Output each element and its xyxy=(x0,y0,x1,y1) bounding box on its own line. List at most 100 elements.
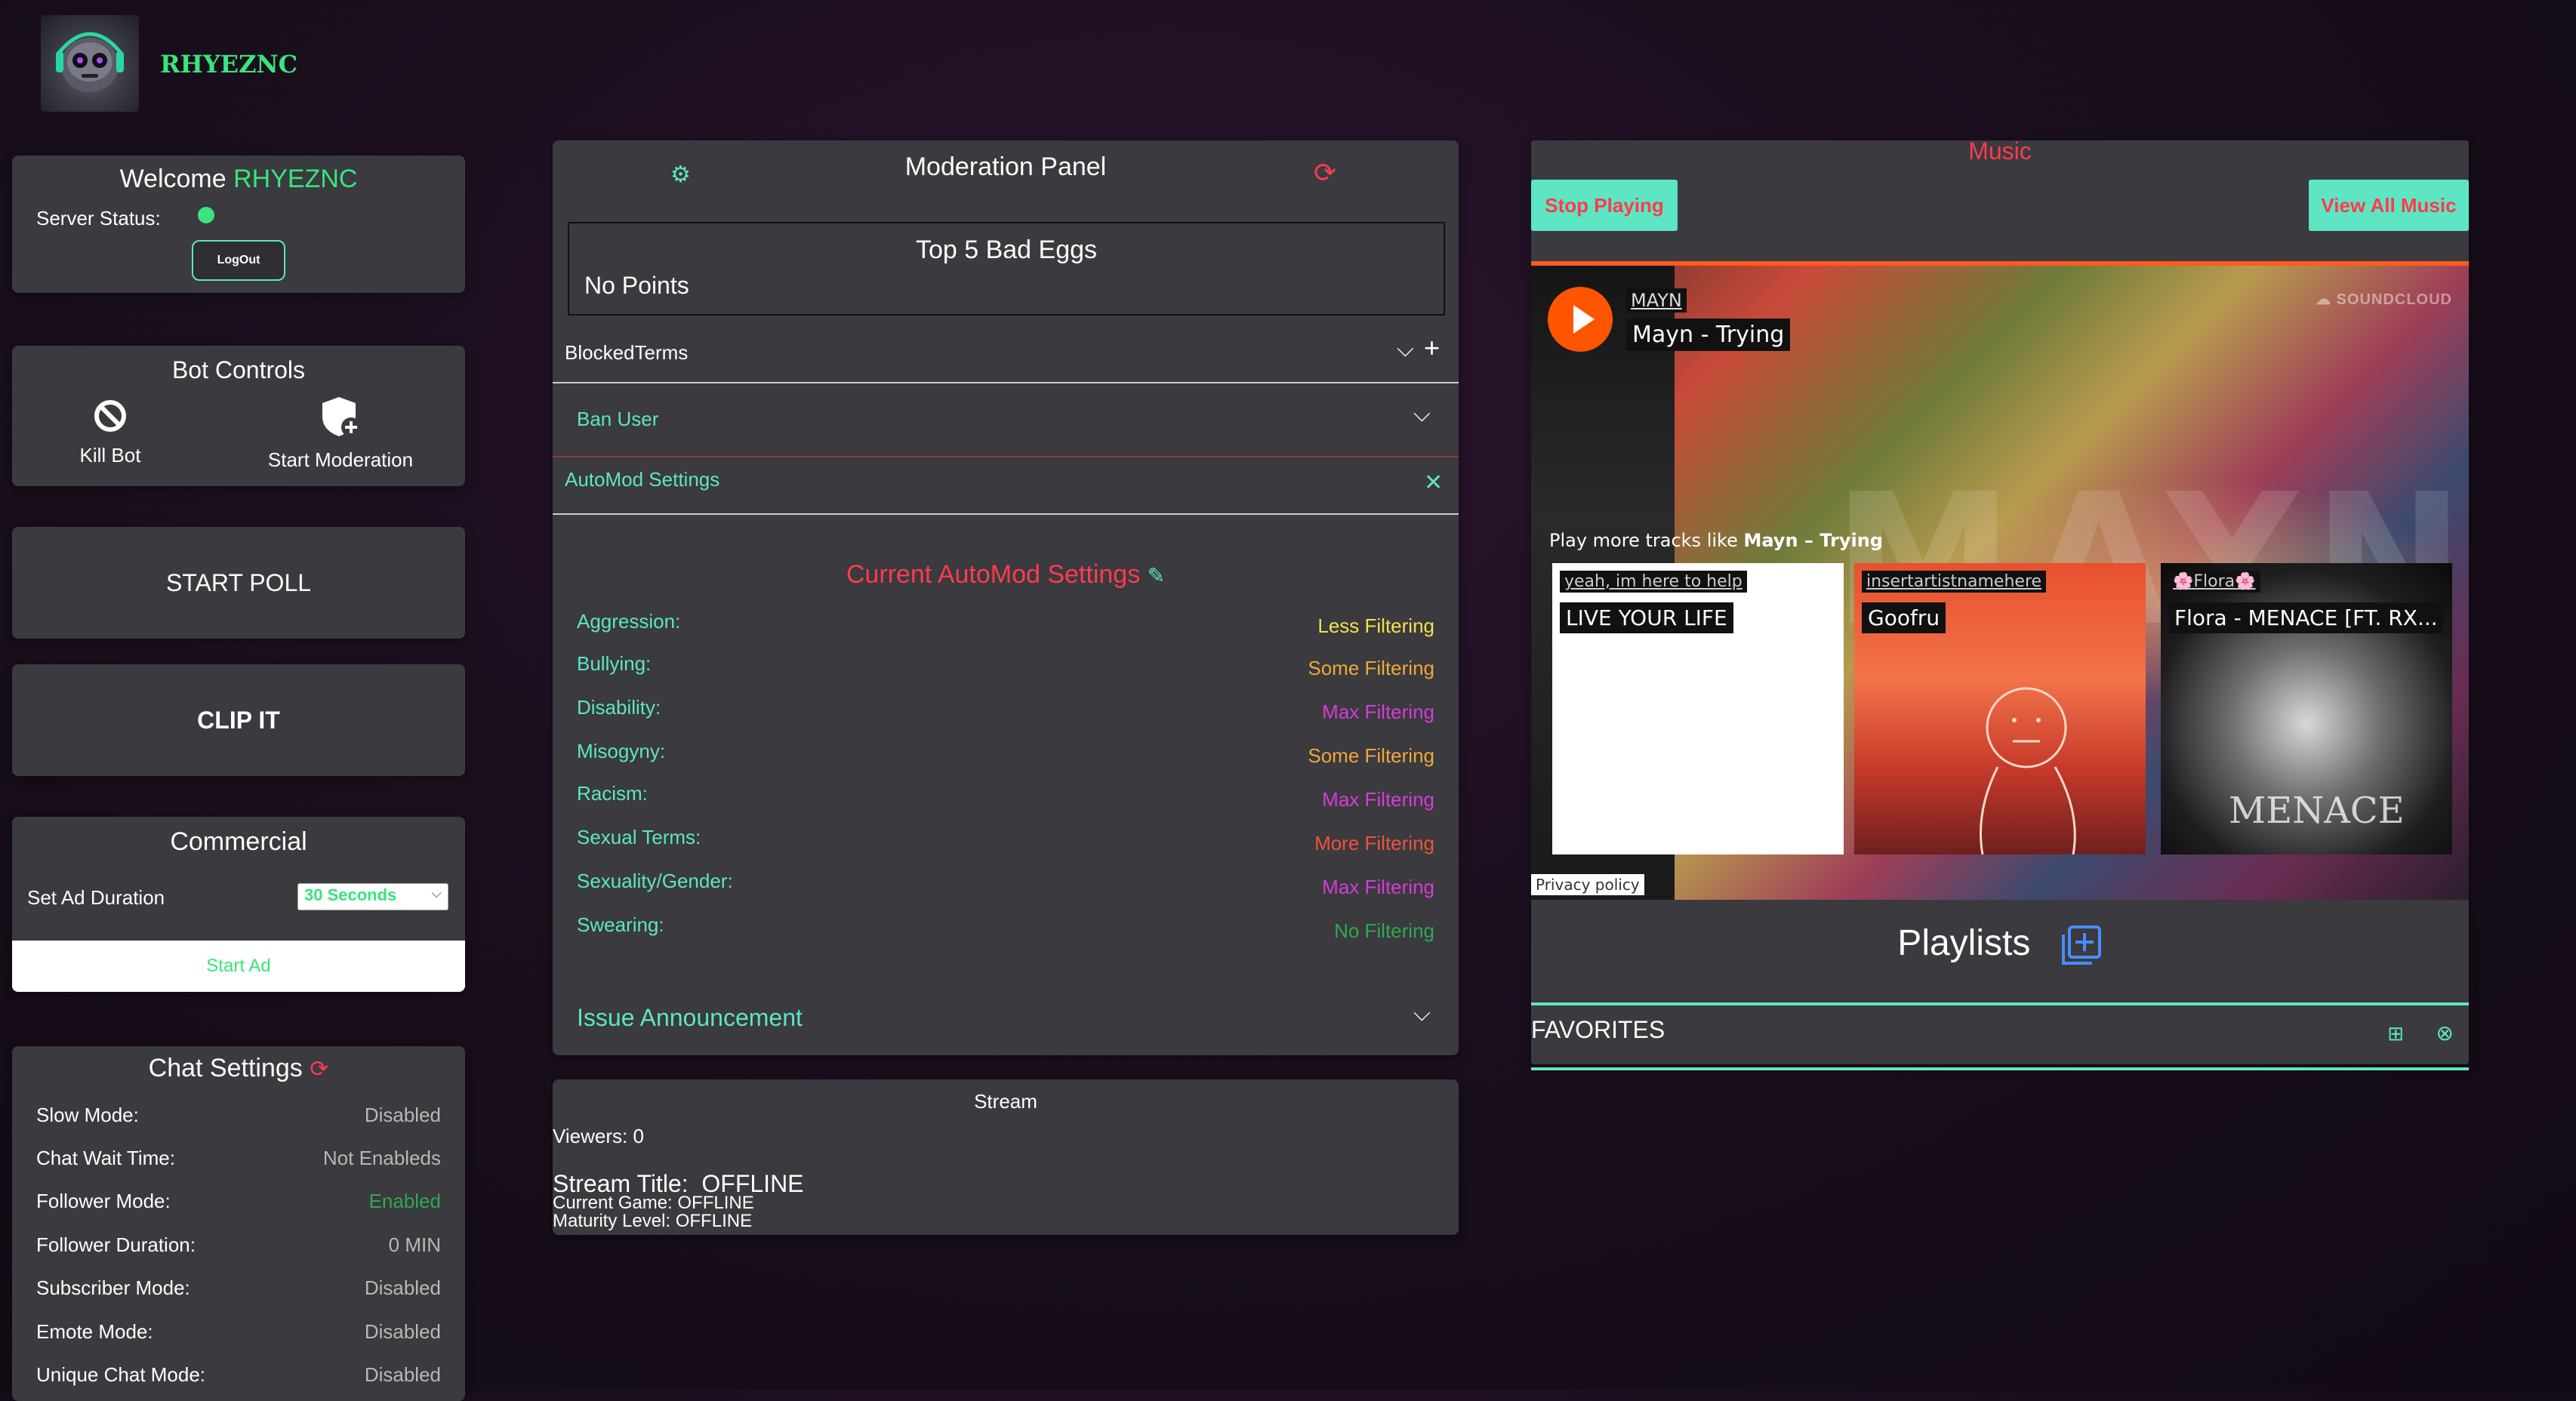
soundcloud-player: MAYN MAYN Mayn - Trying ☁ SOUNDCLOUD Pla… xyxy=(1531,261,2469,900)
user-avatar xyxy=(41,15,139,112)
start-moderation-label: Start Moderation xyxy=(267,448,414,471)
more-tracks-name[interactable]: Mayn – Trying xyxy=(1743,530,1883,551)
automod-label: Misogyny: xyxy=(577,740,666,762)
welcome-username: RHYEZNC xyxy=(233,165,358,193)
logout-button[interactable]: LogOut xyxy=(192,240,285,281)
chat-settings-title: Chat Settings xyxy=(148,1054,303,1082)
favorites-playlist-row[interactable]: FAVORITES ⊞ ⊗ xyxy=(1531,1002,2469,1070)
artist-link[interactable]: MAYN xyxy=(1626,288,1687,313)
grid-icon[interactable]: ⊞ xyxy=(2387,1022,2404,1045)
refresh-icon[interactable]: ⟳ xyxy=(310,1057,328,1082)
chat-setting-label: Emote Mode: xyxy=(36,1320,153,1343)
automod-value: Some Filtering xyxy=(1308,744,1434,767)
tile-title: LIVE YOUR LIFE xyxy=(1560,602,1733,633)
add-playlist-icon[interactable] xyxy=(2060,924,2103,966)
automod-label: Sexuality/Gender: xyxy=(577,870,733,892)
automod-value: Max Filtering xyxy=(1322,700,1434,723)
server-status-label: Server Status: xyxy=(36,207,161,229)
automod-label: Swearing: xyxy=(577,913,664,936)
soundcloud-logo: ☁ SOUNDCLOUD xyxy=(2316,291,2452,308)
tile-user[interactable]: 🌸Flora🌸 xyxy=(2168,571,2260,593)
chat-setting-value: Disabled xyxy=(364,1363,441,1386)
related-track-tile[interactable]: MENACE 🌸Flora🌸 Flora - MENACE [FT. RX... xyxy=(2161,563,2452,854)
welcome-heading: Welcome RHYEZNC xyxy=(12,165,465,194)
automod-settings-label[interactable]: AutoMod Settings xyxy=(565,468,719,491)
viewer-count: Viewers: 0 xyxy=(553,1125,644,1147)
more-tracks-prefix: Play more tracks like xyxy=(1549,530,1744,551)
automod-value: Max Filtering xyxy=(1322,876,1434,898)
start-ad-button[interactable]: Start Ad xyxy=(12,941,465,992)
automod-value: No Filtering xyxy=(1334,919,1434,942)
play-icon xyxy=(1573,305,1595,334)
current-automod-heading: Current AutoMod Settings ✎ xyxy=(553,560,1459,590)
automod-value: Some Filtering xyxy=(1308,657,1434,679)
close-circle-icon[interactable]: ⊗ xyxy=(2436,1021,2454,1045)
chat-setting-value: Enabled xyxy=(368,1190,441,1212)
current-game: Current Game: OFFLINE xyxy=(553,1193,754,1213)
close-icon[interactable]: ✕ xyxy=(1424,470,1443,496)
bot-controls-card: Bot Controls Kill Bot Start Moderation xyxy=(12,346,465,486)
chat-setting-label: Unique Chat Mode: xyxy=(36,1363,206,1386)
chat-settings-heading: Chat Settings ⟳ xyxy=(12,1054,465,1083)
soundcloud-brand: SOUNDCLOUD xyxy=(2336,291,2452,308)
tile-user[interactable]: insertartistnamehere xyxy=(1862,571,2047,593)
play-button[interactable] xyxy=(1548,287,1613,352)
start-moderation-button[interactable]: Start Moderation xyxy=(231,394,450,472)
welcome-card: Welcome RHYEZNC Server Status: LogOut xyxy=(12,155,465,293)
server-status-indicator xyxy=(198,207,214,223)
refresh-icon[interactable]: ⟳ xyxy=(1314,157,1336,189)
divider xyxy=(553,513,1459,515)
music-title: Music xyxy=(1968,137,2032,165)
clip-it-button[interactable]: CLIP IT xyxy=(12,664,465,776)
chat-setting-label: Slow Mode: xyxy=(36,1104,139,1126)
kill-bot-button[interactable]: Kill Bot xyxy=(42,399,178,467)
shield-plus-icon xyxy=(322,397,361,437)
chevron-down-icon[interactable]: ⌵ xyxy=(1397,337,1414,362)
chat-setting-label: Subscriber Mode: xyxy=(36,1276,190,1299)
tile-art-text: MENACE xyxy=(2229,790,2405,832)
chevron-down-icon[interactable]: ⌵ xyxy=(1413,1001,1431,1027)
maturity-level: Maturity Level: OFFLINE xyxy=(553,1211,753,1231)
chat-settings-card: Chat Settings ⟳ Slow Mode: Disabled Chat… xyxy=(12,1046,465,1401)
plus-icon[interactable]: + xyxy=(1424,332,1440,364)
tile-title: Flora - MENACE [FT. RX... xyxy=(2168,602,2444,633)
automod-value: More Filtering xyxy=(1314,832,1434,854)
chevron-down-icon[interactable]: ⌵ xyxy=(1413,402,1431,427)
kill-bot-label: Kill Bot xyxy=(79,444,141,466)
ad-duration-label: Set Ad Duration xyxy=(27,886,165,909)
stream-title-heading: Stream xyxy=(974,1090,1037,1113)
tile-title: Goofru xyxy=(1862,602,1946,633)
related-track-tile[interactable]: yeah, im here to help LIVE YOUR LIFE xyxy=(1552,563,1844,854)
bot-controls-title: Bot Controls xyxy=(171,356,306,383)
ad-duration-select[interactable]: 30 Seconds ⌵ xyxy=(297,883,448,910)
related-track-tile[interactable]: insertartistnamehere Goofru xyxy=(1854,563,2146,854)
bad-eggs-empty: No Points xyxy=(584,272,689,299)
automod-value: Max Filtering xyxy=(1322,788,1434,811)
divider xyxy=(553,456,1459,457)
automod-label: Sexual Terms: xyxy=(577,826,701,848)
issue-announcement-label[interactable]: Issue Announcement xyxy=(577,1004,803,1032)
tile-user[interactable]: yeah, im here to help xyxy=(1560,571,1747,593)
ban-user-label[interactable]: Ban User xyxy=(577,408,658,431)
bad-eggs-box: Top 5 Bad Eggs No Points xyxy=(568,222,1445,316)
privacy-policy-link[interactable]: Privacy policy xyxy=(1531,874,1644,895)
automod-value: Less Filtering xyxy=(1317,614,1434,637)
edit-icon[interactable]: ✎ xyxy=(1148,564,1165,587)
playlists-heading: Playlists xyxy=(1531,922,2469,966)
automod-label: Aggression: xyxy=(577,610,681,633)
divider xyxy=(553,382,1459,383)
ban-icon xyxy=(94,400,126,432)
ad-duration-value: 30 Seconds xyxy=(304,885,397,904)
start-poll-button[interactable]: START POLL xyxy=(12,527,465,639)
track-title: Mayn - Trying xyxy=(1626,319,1791,351)
chevron-down-icon: ⌵ xyxy=(431,885,442,901)
chat-setting-label: Chat Wait Time: xyxy=(36,1147,175,1169)
commercial-card: Commercial Set Ad Duration 30 Seconds ⌵ … xyxy=(12,817,465,992)
blocked-terms-label[interactable]: BlockedTerms xyxy=(565,341,688,365)
stream-panel: Stream Viewers: 0 Stream Title: OFFLINE … xyxy=(553,1079,1459,1235)
view-all-music-button[interactable]: View All Music xyxy=(2309,180,2469,231)
stop-playing-button[interactable]: Stop Playing xyxy=(1531,180,1678,231)
bad-eggs-title: Top 5 Bad Eggs xyxy=(915,236,1098,264)
chat-setting-value: Disabled xyxy=(364,1320,441,1343)
chat-setting-label: Follower Duration: xyxy=(36,1233,196,1256)
